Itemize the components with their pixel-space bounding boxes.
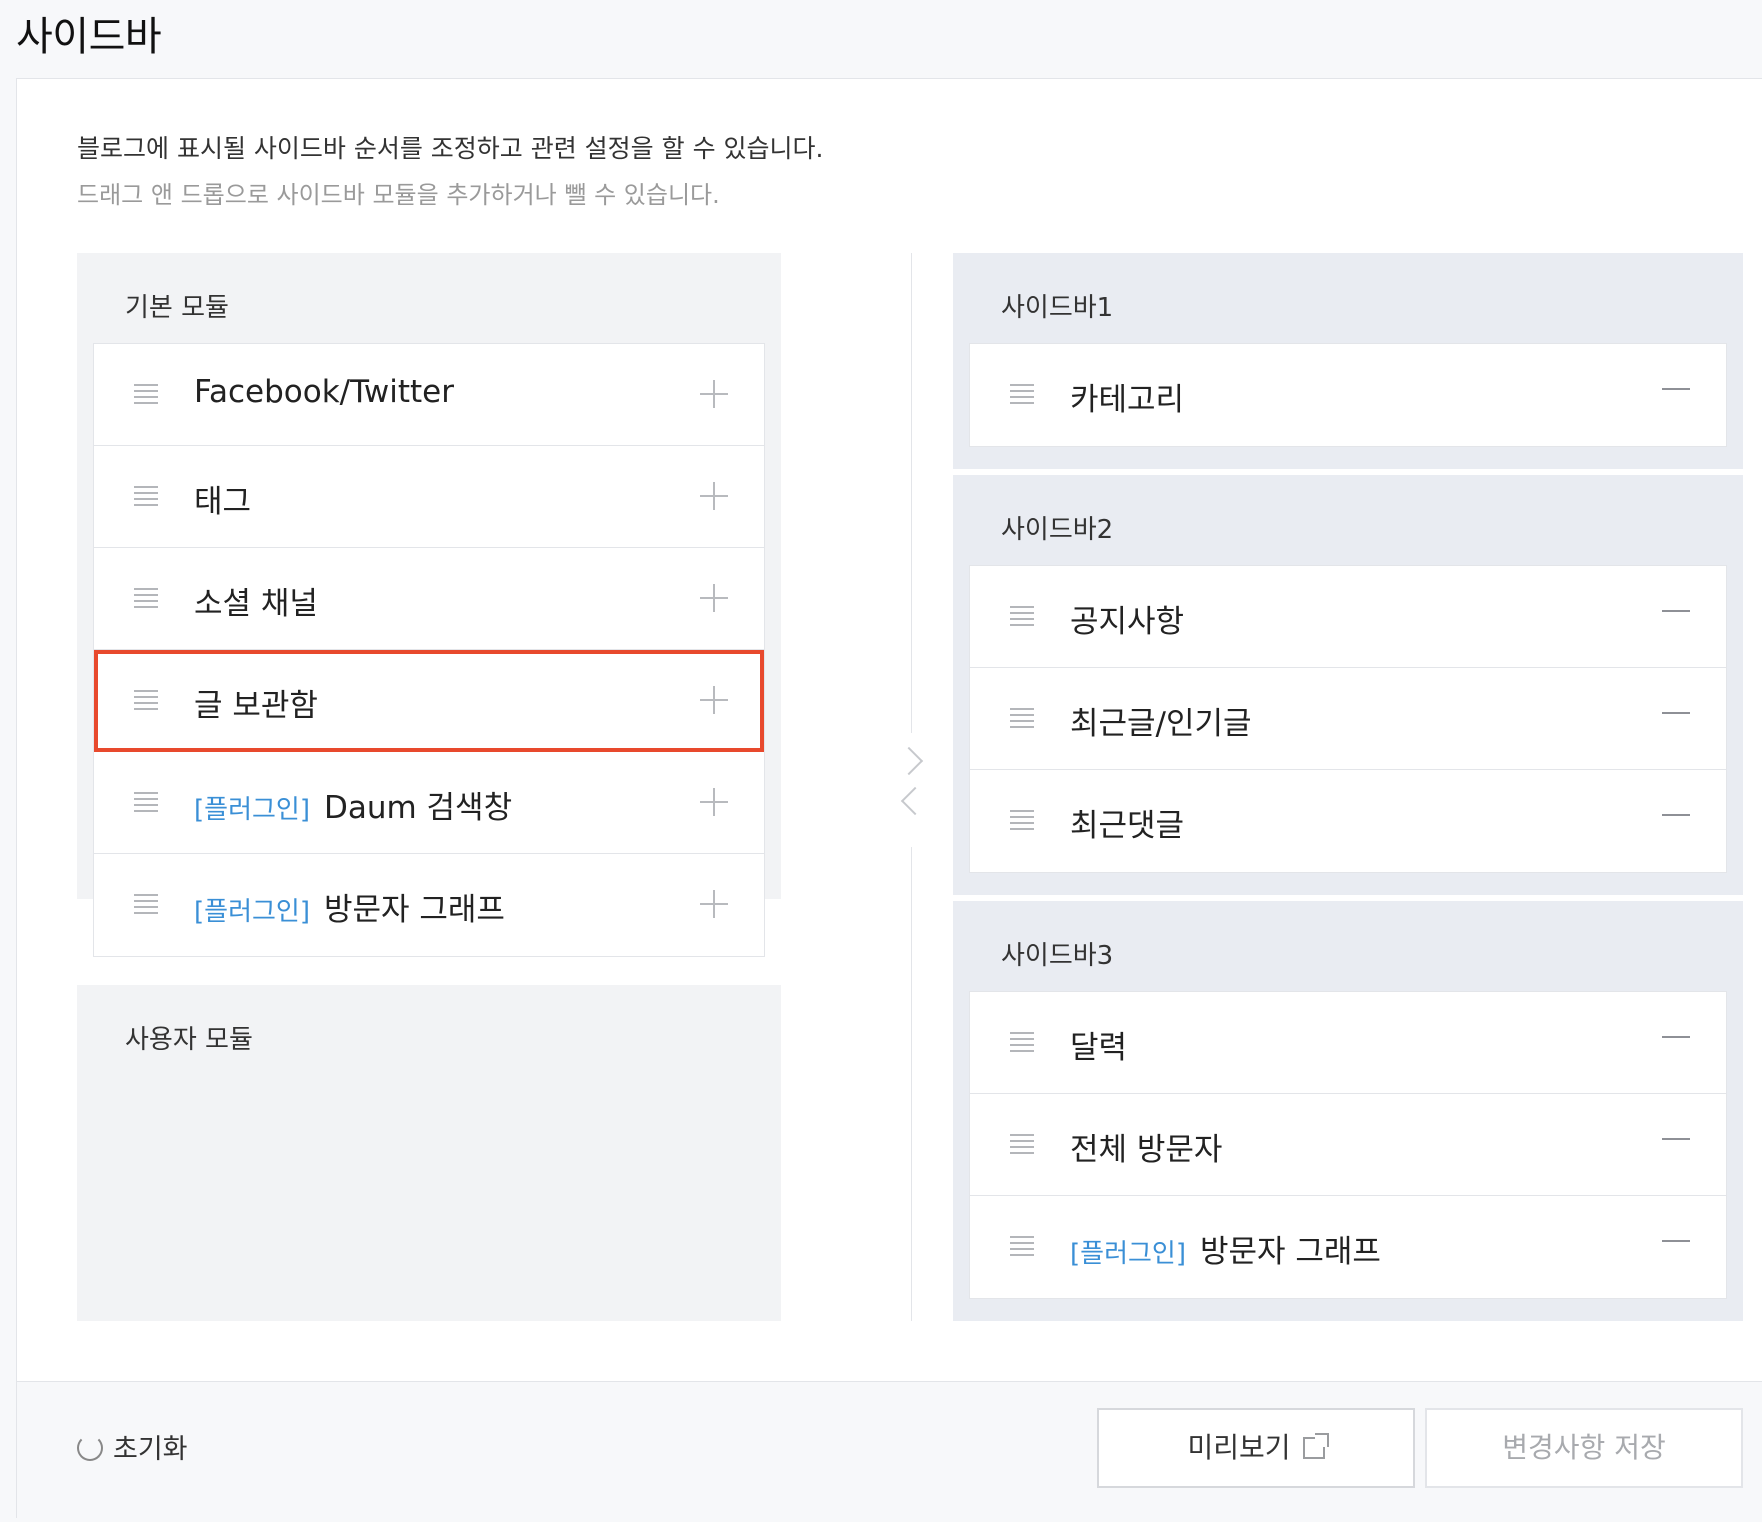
reset-label: 초기화 xyxy=(113,1434,188,1465)
description-main: 블로그에 표시될 사이드바 순서를 조정하고 관련 설정을 할 수 있습니다. xyxy=(77,134,824,163)
plus-icon[interactable] xyxy=(700,380,728,408)
drag-handle-icon[interactable] xyxy=(134,894,158,914)
module-label: 전체 방문자 xyxy=(1070,1124,1222,1169)
module-row-daum-search[interactable]: [플러그인] Daum 검색창 xyxy=(94,752,764,854)
sidebar3-list: 달력 전체 방문자 [플러그인] 방문자 그래프 xyxy=(969,991,1727,1299)
module-label: 공지사항 xyxy=(1070,596,1184,641)
module-label: 최근글/인기글 xyxy=(1070,698,1252,743)
module-name: 공지사항 xyxy=(1070,604,1185,640)
preview-button[interactable]: 미리보기 xyxy=(1097,1408,1415,1488)
minus-icon[interactable] xyxy=(1662,1240,1690,1242)
sidebar3-title: 사이드바3 xyxy=(1001,941,1114,971)
minus-icon[interactable] xyxy=(1662,388,1690,390)
module-name: Daum 검색창 xyxy=(323,790,513,826)
module-label: [플러그인] 방문자 그래프 xyxy=(194,884,505,929)
drag-handle-icon[interactable] xyxy=(1010,1032,1034,1052)
arrow-right-icon[interactable] xyxy=(894,746,924,776)
module-row-visitor-graph[interactable]: [플러그인] 방문자 그래프 xyxy=(94,854,764,956)
save-label: 변경사항 저장 xyxy=(1502,1431,1666,1464)
drag-handle-icon[interactable] xyxy=(1010,384,1034,404)
sidebar-row-recent-popular[interactable]: 최근글/인기글 xyxy=(970,668,1726,770)
preview-label: 미리보기 xyxy=(1187,1431,1291,1464)
user-modules-title: 사용자 모듈 xyxy=(125,1025,253,1055)
module-label: 소셜 채널 xyxy=(194,578,318,623)
arrow-left-icon[interactable] xyxy=(900,786,930,816)
basic-modules-title: 기본 모듈 xyxy=(125,293,229,323)
sidebar1-panel: 사이드바1 카테고리 xyxy=(953,253,1743,469)
module-name: 전체 방문자 xyxy=(1070,1132,1223,1168)
module-name: 글 보관함 xyxy=(194,688,318,724)
footer-bar: 초기화 미리보기 변경사항 저장 xyxy=(17,1381,1762,1522)
save-changes-button[interactable]: 변경사항 저장 xyxy=(1425,1408,1743,1488)
drag-handle-icon[interactable] xyxy=(1010,708,1034,728)
module-label: 태그 xyxy=(194,476,251,521)
description-hint: 드래그 앤 드롭으로 사이드바 모듈을 추가하거나 뺄 수 있습니다. xyxy=(77,181,720,209)
drag-handle-icon[interactable] xyxy=(134,384,158,404)
sidebar1-list: 카테고리 xyxy=(969,343,1727,447)
module-row-archive[interactable]: 글 보관함 xyxy=(94,650,764,752)
refresh-icon xyxy=(77,1435,103,1461)
plugin-tag: [플러그인] xyxy=(194,795,310,825)
module-label: 카테고리 xyxy=(1070,374,1184,419)
column-divider xyxy=(911,847,912,1321)
module-name: 달력 xyxy=(1070,1030,1128,1066)
plus-icon[interactable] xyxy=(700,788,728,816)
sidebar2-list: 공지사항 최근글/인기글 최근댓글 xyxy=(969,565,1727,873)
module-label: 최근댓글 xyxy=(1070,800,1184,845)
basic-modules-panel: 기본 모듈 Facebook/Twitter 태그 소셜 채널 글 보관함 [플… xyxy=(77,253,781,957)
drag-handle-icon[interactable] xyxy=(134,690,158,710)
module-name: 방문자 그래프 xyxy=(1199,1234,1381,1270)
module-name: 소셜 채널 xyxy=(194,586,318,622)
module-label: [플러그인] 방문자 그래프 xyxy=(1070,1226,1381,1271)
module-name: 태그 xyxy=(194,484,252,520)
module-row-social-channel[interactable]: 소셜 채널 xyxy=(94,548,764,650)
drag-handle-icon[interactable] xyxy=(1010,1134,1034,1154)
user-modules-panel: 사용자 모듈 xyxy=(77,985,781,1321)
drag-handle-icon[interactable] xyxy=(134,792,158,812)
sidebar-row-category[interactable]: 카테고리 xyxy=(970,344,1726,446)
plus-icon[interactable] xyxy=(700,584,728,612)
plus-icon[interactable] xyxy=(700,890,728,918)
module-row-facebook-twitter[interactable]: Facebook/Twitter xyxy=(94,344,764,446)
drag-handle-icon[interactable] xyxy=(134,486,158,506)
external-link-icon xyxy=(1302,1433,1329,1459)
column-divider xyxy=(911,253,912,733)
module-row-tag[interactable]: 태그 xyxy=(94,446,764,548)
sidebar-settings-card: 블로그에 표시될 사이드바 순서를 조정하고 관련 설정을 할 수 있습니다. … xyxy=(16,78,1762,1522)
sidebar3-panel: 사이드바3 달력 전체 방문자 [플러그인] 방문자 그래프 xyxy=(953,901,1743,1321)
module-name: Facebook/Twitter xyxy=(194,374,455,410)
minus-icon[interactable] xyxy=(1662,712,1690,714)
drag-handle-icon[interactable] xyxy=(1010,606,1034,626)
module-label: 글 보관함 xyxy=(194,680,318,725)
minus-icon[interactable] xyxy=(1662,610,1690,612)
sidebar-row-recent-comments[interactable]: 최근댓글 xyxy=(970,770,1726,872)
plugin-tag: [플러그인] xyxy=(1070,1239,1186,1269)
minus-icon[interactable] xyxy=(1662,814,1690,816)
plus-icon[interactable] xyxy=(700,686,728,714)
reset-button[interactable]: 초기화 xyxy=(77,1427,188,1465)
module-name: 최근글/인기글 xyxy=(1070,706,1252,742)
page-title: 사이드바 xyxy=(16,14,162,60)
plus-icon[interactable] xyxy=(700,482,728,510)
module-name: 카테고리 xyxy=(1070,382,1185,418)
sidebar2-panel: 사이드바2 공지사항 최근글/인기글 최근댓글 xyxy=(953,475,1743,895)
module-label: [플러그인] Daum 검색창 xyxy=(194,782,512,827)
minus-icon[interactable] xyxy=(1662,1036,1690,1038)
sidebar-row-total-visitors[interactable]: 전체 방문자 xyxy=(970,1094,1726,1196)
module-label: 달력 xyxy=(1070,1022,1127,1067)
sidebar1-title: 사이드바1 xyxy=(1001,293,1114,323)
sidebar-row-visitor-graph[interactable]: [플러그인] 방문자 그래프 xyxy=(970,1196,1726,1298)
minus-icon[interactable] xyxy=(1662,1138,1690,1140)
module-label: Facebook/Twitter xyxy=(194,374,454,410)
sidebar-row-calendar[interactable]: 달력 xyxy=(970,992,1726,1094)
module-name: 최근댓글 xyxy=(1070,808,1185,844)
drag-handle-icon[interactable] xyxy=(1010,1236,1034,1256)
module-name: 방문자 그래프 xyxy=(323,892,505,928)
plugin-tag: [플러그인] xyxy=(194,897,310,927)
drag-handle-icon[interactable] xyxy=(134,588,158,608)
sidebar-row-notice[interactable]: 공지사항 xyxy=(970,566,1726,668)
drag-handle-icon[interactable] xyxy=(1010,810,1034,830)
sidebar2-title: 사이드바2 xyxy=(1001,515,1114,545)
basic-module-list: Facebook/Twitter 태그 소셜 채널 글 보관함 [플러그인] D… xyxy=(93,343,765,957)
